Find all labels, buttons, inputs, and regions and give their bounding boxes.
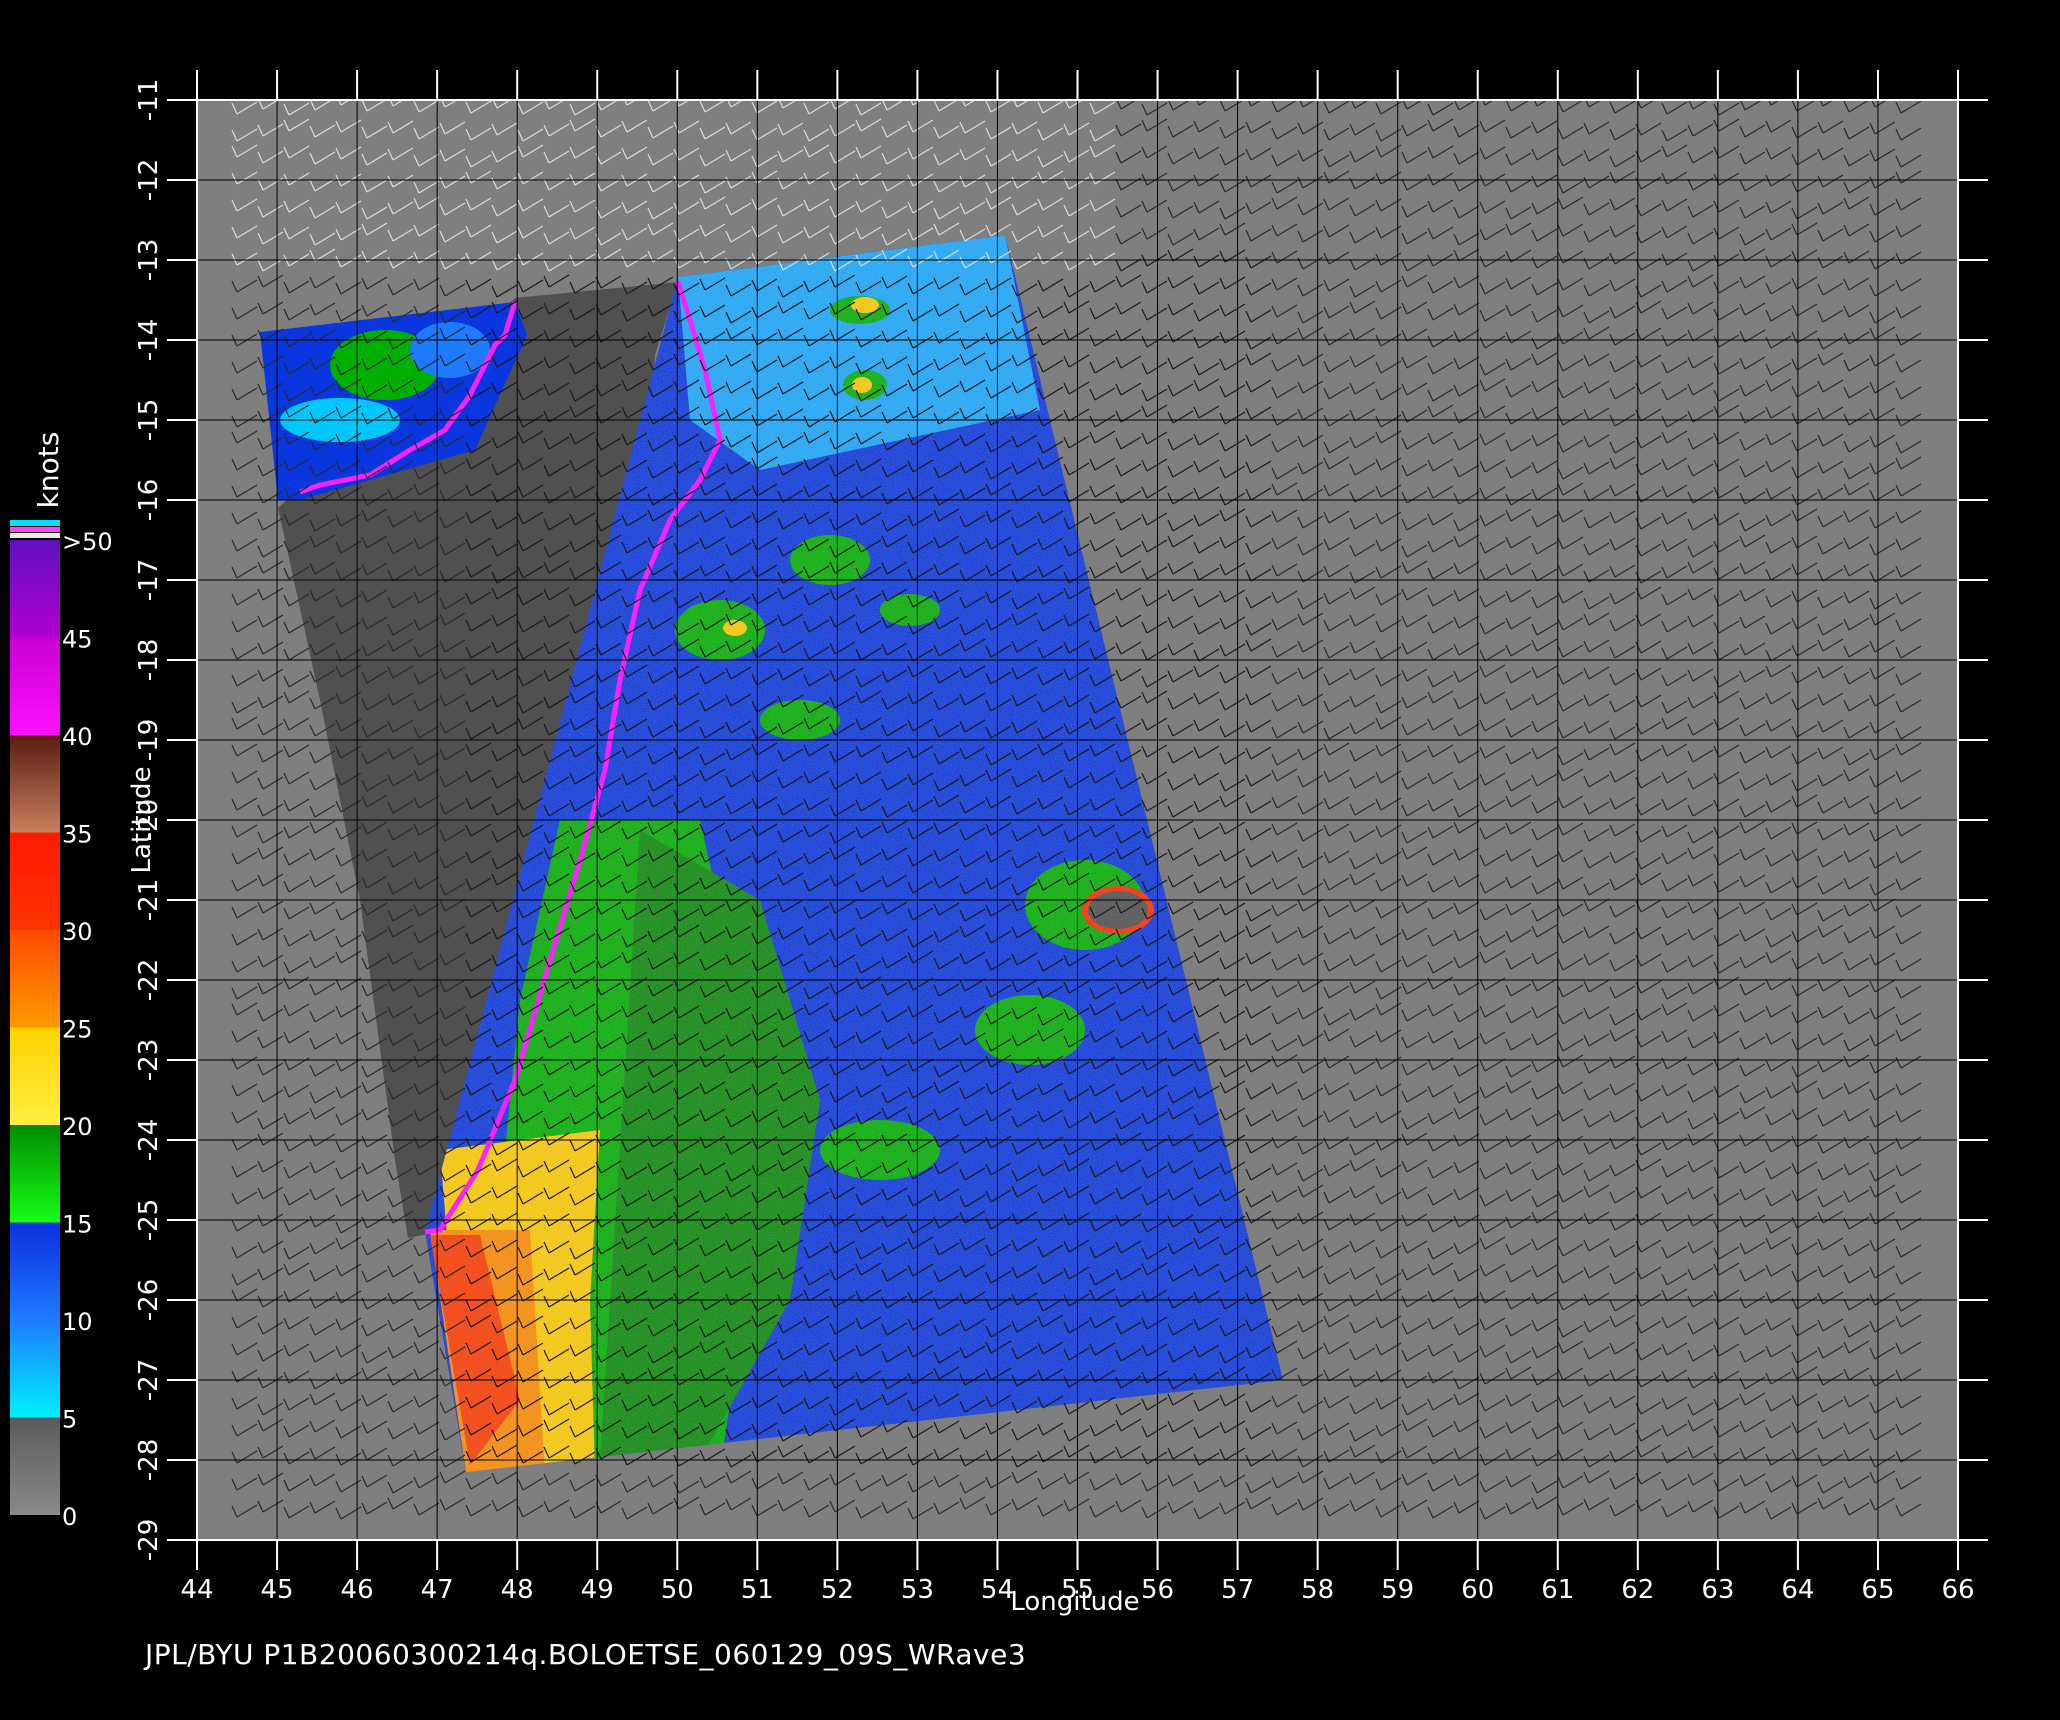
wind-map: 44 45 46 47 48 49 50 51 52 53 54 55 56 57 58 59 60 61 62 63…	[10, 70, 1988, 1617]
